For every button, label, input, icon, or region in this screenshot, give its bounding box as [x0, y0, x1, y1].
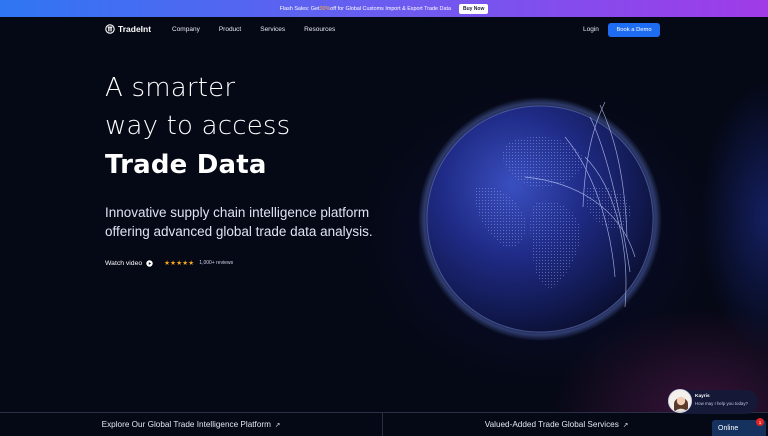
explore-platform-label: Explore Our Global Trade Intelligence Pl… — [101, 420, 271, 429]
explore-platform-link[interactable]: Explore Our Global Trade Intelligence Pl… — [0, 413, 383, 436]
logo-text: TradeInt — [118, 24, 152, 34]
play-icon[interactable] — [146, 259, 153, 267]
reviews-count: 1,000+ reviews — [199, 260, 234, 266]
bottom-bar: Explore Our Global Trade Intelligence Pl… — [0, 412, 768, 436]
hero-subtitle: Innovative supply chain intelligence pla… — [105, 205, 373, 239]
promo-text-before: Flash Sales: Get — [279, 5, 320, 12]
rating-stars: ★★★★★ — [164, 260, 195, 267]
hero-cta-row: Watch video ★★★★★ 1,000+ reviews — [105, 259, 234, 268]
unread-badge: 1 — [756, 418, 764, 426]
nav-item-product[interactable]: Product — [219, 26, 241, 33]
arrow-up-right-icon: ↗ — [622, 421, 629, 429]
arrow-up-right-icon: ↗ — [274, 421, 281, 429]
promo-bar: Flash Sales: Get 30% off for Global Cust… — [0, 0, 768, 17]
chat-avatar[interactable] — [668, 389, 692, 413]
nav-links: Company Product Services Resources — [172, 26, 354, 33]
tradeint-logo-icon — [105, 24, 115, 34]
buy-now-button[interactable]: Buy Now — [458, 3, 489, 14]
hero-title-line-3: Trade Data — [105, 150, 267, 180]
book-demo-button[interactable]: Book a Demo — [608, 23, 660, 37]
promo-text-after: off for Global Customs Import & Export T… — [330, 5, 451, 12]
hero-title-line-1: A smarter — [105, 73, 236, 103]
nav-item-services[interactable]: Services — [260, 26, 285, 33]
nav-item-company[interactable]: Company — [172, 26, 200, 33]
watch-video-link[interactable]: Watch video — [105, 260, 142, 267]
login-link[interactable]: Login — [583, 26, 599, 33]
logo[interactable]: TradeInt — [105, 24, 151, 34]
globe-image — [418, 97, 662, 341]
hero-title-line-2: way to access — [105, 111, 291, 141]
nav-item-resources[interactable]: Resources — [304, 26, 335, 33]
promo-discount: 30% — [319, 5, 331, 12]
global-services-link[interactable]: Valued-Added Trade Global Services ↗ — [383, 413, 768, 436]
global-services-label: Valued-Added Trade Global Services — [484, 420, 619, 429]
chat-agent-name: Kayris — [695, 394, 710, 399]
chat-message: How may I help you today? — [695, 401, 748, 406]
